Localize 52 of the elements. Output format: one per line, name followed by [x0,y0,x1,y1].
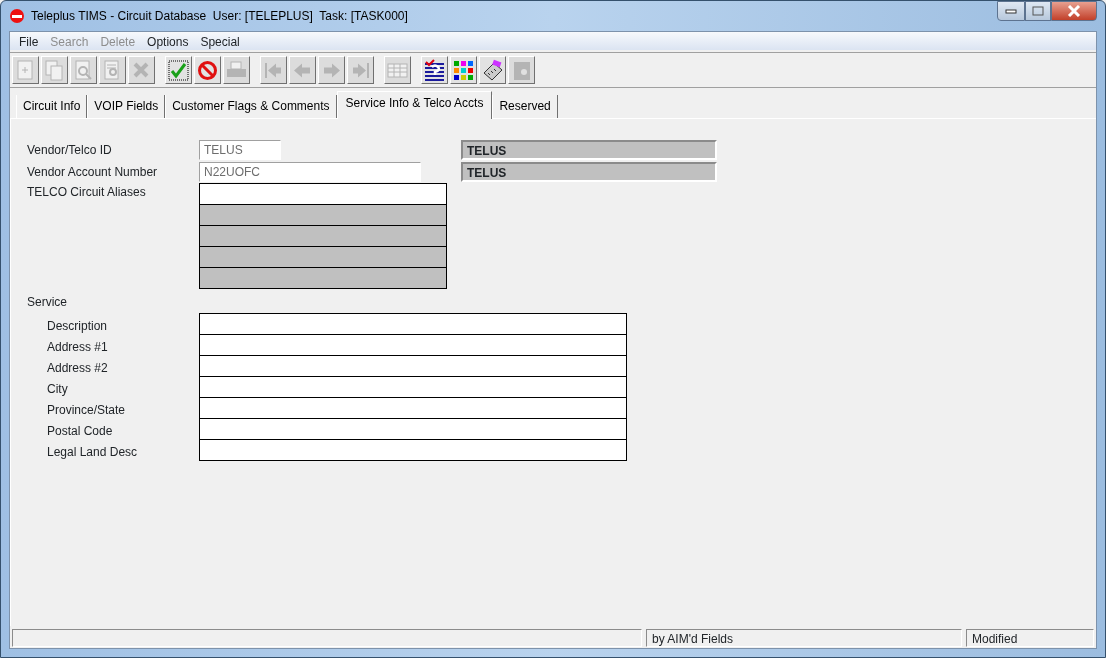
field-label: Province/State [46,402,127,419]
field-label: Legal Land Desc [46,444,139,461]
tab[interactable]: Service Info & Telco Accts [336,91,493,119]
alias-field[interactable] [199,183,447,205]
tab[interactable]: VOIP Fields [87,95,166,118]
app-logo-icon [9,8,25,24]
color-grid-icon [452,58,475,82]
input-field[interactable]: TELUS [199,140,281,160]
checkmark-icon [167,58,190,82]
phone-icon [481,58,504,82]
maximize-icon [1032,6,1044,16]
vendor-name-field: TELUS [461,140,717,160]
section-label: Service [27,294,67,311]
input-field[interactable] [199,334,627,356]
field-label: Vendor Account Number [27,164,159,181]
question-list-icon [423,58,446,82]
input-field[interactable] [199,397,627,419]
field-label: Address #1 [46,339,109,356]
vendor-name-field: TELUS [461,162,717,182]
field-label: Address #2 [46,360,109,377]
tab[interactable]: Circuit Info [16,95,88,118]
menu-item[interactable]: File [13,32,45,50]
maximize-button[interactable] [1025,1,1051,21]
tab[interactable]: Reserved [492,95,558,118]
field-label: City [46,381,69,398]
field-label: Postal Code [46,423,114,440]
status-panel: Modified [966,629,1094,647]
status-panel: by AIM'd Fields [646,629,962,647]
question-list-button[interactable] [421,56,448,84]
no-entry-icon [196,58,219,82]
input-field[interactable] [199,355,627,377]
input-field[interactable] [199,418,627,440]
close-icon [1067,5,1081,17]
phone-button[interactable] [479,56,506,84]
field-label: Vendor/Telco ID [27,142,113,159]
copy-icon [43,58,66,82]
minimize-icon [1005,8,1017,14]
minimize-button[interactable] [997,1,1025,21]
input-field[interactable]: N22UOFC [199,162,421,182]
menu-item[interactable]: Special [194,32,246,50]
input-field[interactable] [199,439,627,461]
no-entry-button[interactable] [194,56,221,84]
input-field[interactable] [199,313,627,335]
menu-item[interactable]: Options [141,32,195,50]
checkmark-button[interactable] [165,56,192,84]
close-button[interactable] [1051,1,1097,21]
input-field[interactable] [199,376,627,398]
field-label: Description [46,318,109,335]
tab[interactable]: Customer Flags & Comments [165,95,337,118]
window-title: Teleplus TIMS - Circuit Database User: [TELEPLUS] Task: [TASK000] [31,8,408,25]
field-label: TELCO Circuit Aliases [27,184,147,201]
color-grid-button[interactable] [450,56,477,84]
